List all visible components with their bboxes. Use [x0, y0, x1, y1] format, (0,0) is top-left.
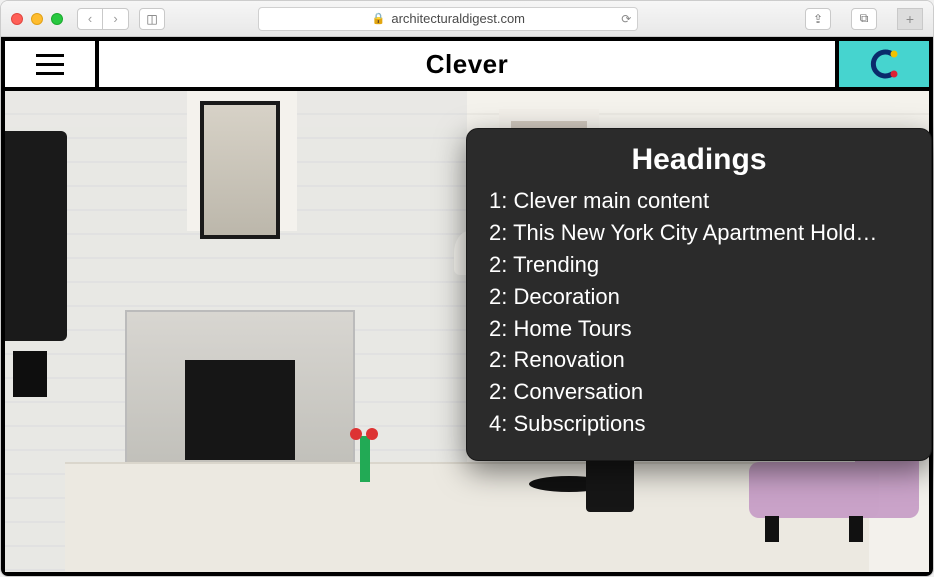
rotor-title: Headings	[489, 143, 909, 177]
rotor-list: 1: Clever main content2: This New York C…	[489, 185, 909, 440]
sidebar-toggle-button[interactable]: ◫	[139, 8, 165, 30]
chevron-right-icon: ›	[113, 11, 117, 26]
forward-button[interactable]: ›	[103, 8, 129, 30]
chevron-left-icon: ‹	[88, 11, 92, 26]
hamburger-icon	[36, 54, 64, 75]
rotor-item[interactable]: 2: Home Tours	[489, 313, 909, 345]
menu-button[interactable]	[5, 41, 99, 87]
share-icon: ⇪	[813, 12, 823, 26]
rotor-item[interactable]: 2: Renovation	[489, 344, 909, 376]
reload-icon[interactable]: ⟳	[621, 12, 631, 26]
rotor-item[interactable]: 2: Trending	[489, 249, 909, 281]
headings-rotor: Headings 1: Clever main content2: This N…	[466, 128, 932, 461]
share-button[interactable]: ⇪	[805, 8, 831, 30]
site-header: Clever	[5, 41, 929, 91]
tabs-button[interactable]: ⧉	[851, 8, 877, 30]
rotor-item[interactable]: 2: Decoration	[489, 281, 909, 313]
minimize-window-button[interactable]	[31, 13, 43, 25]
clever-logo-icon	[864, 44, 904, 84]
safari-titlebar: ‹ › ◫ 🔒 architecturaldigest.com ⟳ ⇪ ⧉ +	[1, 1, 933, 37]
close-window-button[interactable]	[11, 13, 23, 25]
nav-button-group: ‹ ›	[77, 8, 129, 30]
fullscreen-window-button[interactable]	[51, 13, 63, 25]
plus-icon: +	[906, 11, 914, 27]
back-button[interactable]: ‹	[77, 8, 103, 30]
rotor-item[interactable]: 2: Conversation	[489, 376, 909, 408]
address-bar-text: architecturaldigest.com	[391, 11, 525, 26]
new-tab-button[interactable]: +	[897, 8, 923, 30]
window-controls	[11, 13, 63, 25]
rotor-item[interactable]: 1: Clever main content	[489, 185, 909, 217]
rotor-item[interactable]: 4: Subscriptions	[489, 408, 909, 440]
tabs-icon: ⧉	[860, 11, 869, 26]
site-brand[interactable]: Clever	[99, 41, 835, 87]
rotor-item[interactable]: 2: This New York City Apartment Hold…	[489, 217, 909, 249]
sidebar-icon: ◫	[146, 12, 157, 26]
site-logo-button[interactable]	[835, 41, 929, 87]
lock-icon: 🔒	[372, 12, 386, 25]
address-bar[interactable]: 🔒 architecturaldigest.com ⟳	[258, 7, 638, 31]
